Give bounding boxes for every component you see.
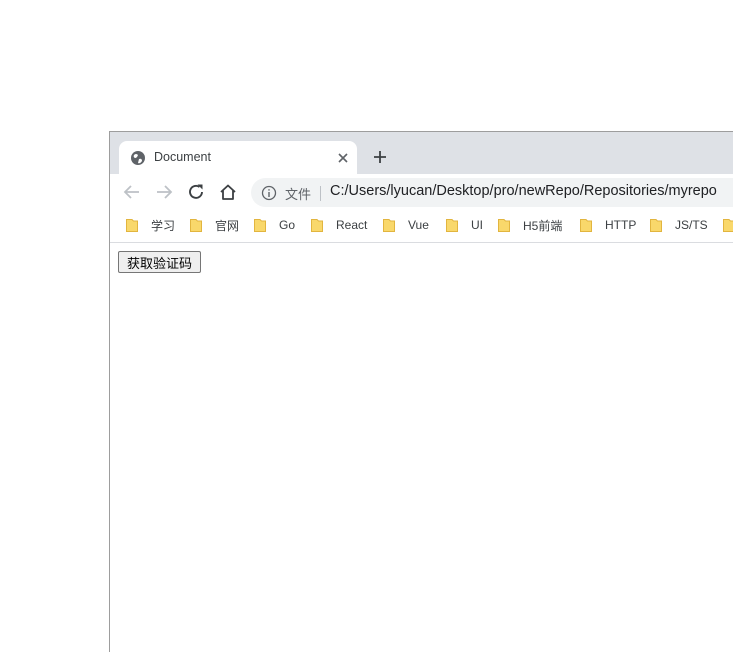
folder-icon [650,218,662,232]
home-icon[interactable] [217,181,239,203]
bookmark-label: JS/TS [675,218,708,232]
omnibox-divider [320,186,321,201]
folder-icon [446,218,458,232]
folder-icon [383,218,395,232]
arrow-left-icon[interactable] [121,181,143,203]
folder-icon [723,218,733,232]
toolbar: 文件 C:/Users/lyucan/Desktop/pro/newRepo/R… [110,174,733,209]
folder-icon [580,218,592,232]
address-bar[interactable]: 文件 C:/Users/lyucan/Desktop/pro/newRepo/R… [251,178,733,207]
bookmarks-bar: 学习 官网 Go React Vue UI H5前端 HTTP JS/TS [110,209,733,243]
bookmark-item[interactable]: 官网 [183,216,239,234]
plus-icon[interactable] [370,147,390,167]
bookmark-item[interactable]: HTTP [573,216,636,234]
folder-icon [498,218,510,232]
bookmark-item[interactable]: JS/TS [643,216,708,234]
reload-icon[interactable] [185,181,207,203]
bookmark-item[interactable]: React [304,216,367,234]
browser-window: Document 文件 C:/Users/lyucan/Desktop/pro/… [109,131,733,652]
bookmark-label: 学习 [151,218,176,233]
bookmark-label: H5前端 [523,218,563,233]
bookmark-item[interactable] [716,216,733,234]
bookmark-item[interactable]: H5前端 [491,216,562,234]
security-chip[interactable]: 文件 [285,184,311,203]
folder-icon [126,218,138,232]
folder-icon [254,218,266,232]
bookmark-label: React [336,218,368,232]
bookmark-item[interactable]: UI [439,216,483,234]
bookmark-label: 官网 [215,218,240,233]
info-icon[interactable] [261,185,277,201]
page-content: 获取验证码 [110,243,733,652]
close-icon[interactable] [335,150,351,166]
tab-strip: Document [110,132,733,174]
arrow-right-icon[interactable] [153,181,175,203]
get-verification-code-button[interactable]: 获取验证码 [118,251,201,273]
bookmark-label: Vue [408,218,429,232]
bookmark-label: HTTP [605,218,637,232]
folder-icon [311,218,323,232]
folder-icon [190,218,202,232]
url-text[interactable]: C:/Users/lyucan/Desktop/pro/newRepo/Repo… [330,183,717,199]
bookmark-label: Go [279,218,296,232]
bookmark-label: UI [471,218,483,232]
bookmark-item[interactable]: 学习 [119,216,175,234]
bookmark-item[interactable]: Go [247,216,295,234]
bookmark-item[interactable]: Vue [376,216,429,234]
tab-document[interactable]: Document [119,141,357,174]
globe-icon [130,150,146,166]
tab-title: Document [154,150,211,164]
